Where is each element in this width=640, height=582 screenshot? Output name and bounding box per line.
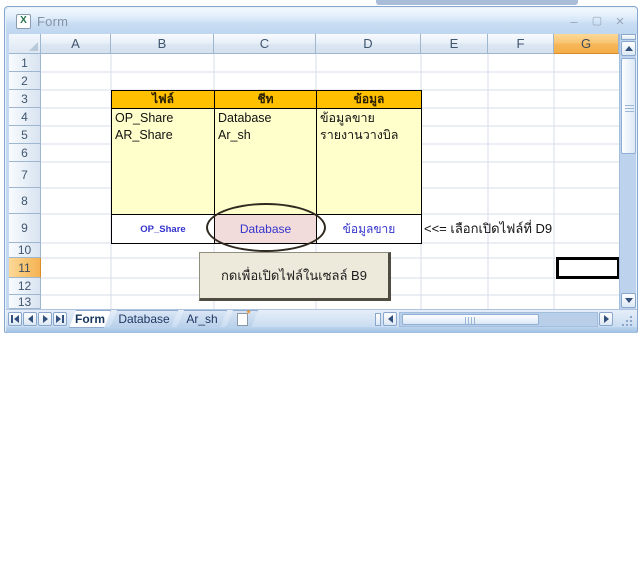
restore-button[interactable]: ▢: [590, 16, 604, 27]
right-arrow-icon: [604, 315, 609, 323]
vertical-scroll-thumb[interactable]: [621, 58, 636, 154]
column-header-c[interactable]: C: [214, 34, 316, 54]
first-sheet-button[interactable]: [8, 312, 22, 326]
next-sheet-button[interactable]: [38, 312, 52, 326]
previous-sheet-button[interactable]: [23, 312, 37, 326]
background-remnant-bar: [376, 0, 578, 5]
row-header-8[interactable]: 8: [9, 188, 41, 214]
selected-cell-g11[interactable]: [556, 257, 620, 279]
insert-worksheet-tab[interactable]: *: [226, 310, 258, 328]
oval-highlight: [206, 203, 326, 252]
last-bar-icon: [62, 315, 64, 323]
row-header-7[interactable]: 7: [9, 162, 41, 188]
row-header-6[interactable]: 6: [9, 144, 41, 162]
first-arrow-icon: [14, 315, 19, 323]
column-header-d[interactable]: D: [316, 34, 421, 54]
last-sheet-button[interactable]: [53, 312, 67, 326]
cell-b4: OP_Share: [115, 110, 214, 127]
window-titlebar: X Form – ▢ ×: [6, 8, 637, 34]
select-all-corner[interactable]: [9, 34, 41, 54]
excel-workbook-icon: X: [16, 14, 31, 29]
column-header-b[interactable]: B: [111, 34, 214, 54]
row-header-10[interactable]: 10: [9, 243, 41, 258]
tab-database[interactable]: Database: [110, 310, 178, 328]
row-header-2[interactable]: 2: [9, 72, 41, 90]
scroll-down-button[interactable]: [621, 293, 636, 308]
scroll-up-button[interactable]: [621, 41, 636, 56]
up-arrow-icon: [625, 46, 633, 51]
vertical-scrollbar[interactable]: [619, 34, 636, 309]
table-col-file: OP_Share AR_Share: [112, 109, 215, 214]
cell-c4: Database: [218, 110, 316, 127]
selector-data-d9[interactable]: ข้อมูลขาย: [317, 215, 421, 243]
down-arrow-icon: [625, 298, 633, 303]
thumb-grip-icon: [625, 103, 634, 112]
close-button[interactable]: ×: [613, 14, 627, 29]
first-bar-icon: [11, 315, 13, 323]
table-header-sheet: ชีท: [215, 91, 317, 108]
tab-form[interactable]: Form: [69, 310, 111, 328]
row-header-13[interactable]: 13: [9, 295, 41, 309]
resize-grip-icon[interactable]: [618, 314, 632, 326]
column-header-g-selected[interactable]: G: [554, 34, 619, 54]
column-header-e[interactable]: E: [421, 34, 488, 54]
row-header-1[interactable]: 1: [9, 54, 41, 72]
left-arrow-icon: [388, 315, 393, 323]
table-col-data: ข้อมูลขาย รายงานวางบิล: [317, 109, 421, 214]
last-arrow-icon: [56, 315, 61, 323]
table-header-row: ไฟล์ ชีท ข้อมูล: [112, 91, 421, 109]
scroll-right-button[interactable]: [599, 312, 613, 326]
row-header-3[interactable]: 3: [9, 90, 41, 108]
thumb-grip-icon: [465, 317, 476, 324]
hint-text-e9: <<= เลือกเปิดไฟล์ที่ D9: [424, 214, 634, 243]
cell-c5: Ar_sh: [218, 127, 316, 144]
sheet-tab-bar: Form Database Ar_sh *: [6, 309, 637, 327]
column-header-a[interactable]: A: [41, 34, 111, 54]
excel-window: X Form – ▢ × A B C D E F G 1 2 3 4 5 6 7…: [4, 6, 638, 333]
tab-split-handle[interactable]: [375, 313, 381, 326]
scroll-left-button[interactable]: [383, 312, 397, 326]
open-file-button[interactable]: กดเพื่อเปิดไฟล์ในเซลล์ B9: [199, 252, 391, 301]
prev-arrow-icon: [28, 315, 33, 323]
insert-worksheet-icon: *: [237, 313, 248, 326]
row-header-9[interactable]: 9: [9, 214, 41, 243]
selector-file-b9[interactable]: OP_Share: [112, 215, 215, 243]
column-header-f[interactable]: F: [488, 34, 554, 54]
table-body: OP_Share AR_Share Database Ar_sh ข้อมูลข…: [112, 109, 421, 214]
window-title: Form: [37, 14, 68, 29]
horizontal-scrollbar[interactable]: [399, 312, 598, 327]
cell-b5: AR_Share: [115, 127, 214, 144]
row-header-12[interactable]: 12: [9, 278, 41, 295]
cell-d4: ข้อมูลขาย: [320, 110, 421, 127]
minimize-button[interactable]: –: [567, 15, 581, 28]
table-header-file: ไฟล์: [112, 91, 215, 108]
horizontal-scroll-thumb[interactable]: [402, 314, 539, 325]
tab-ar-sh[interactable]: Ar_sh: [177, 310, 227, 328]
row-header-4[interactable]: 4: [9, 108, 41, 126]
vertical-split-handle[interactable]: [621, 34, 636, 40]
next-arrow-icon: [43, 315, 48, 323]
window-controls: – ▢ ×: [567, 8, 627, 34]
row-header-5[interactable]: 5: [9, 126, 41, 144]
screenshot-root: X Form – ▢ × A B C D E F G 1 2 3 4 5 6 7…: [0, 0, 640, 582]
table-header-data: ข้อมูล: [317, 91, 421, 108]
row-header-11-selected[interactable]: 11: [9, 258, 41, 278]
cell-d5: รายงานวางบิล: [320, 127, 421, 144]
table-col-sheet: Database Ar_sh: [215, 109, 317, 214]
